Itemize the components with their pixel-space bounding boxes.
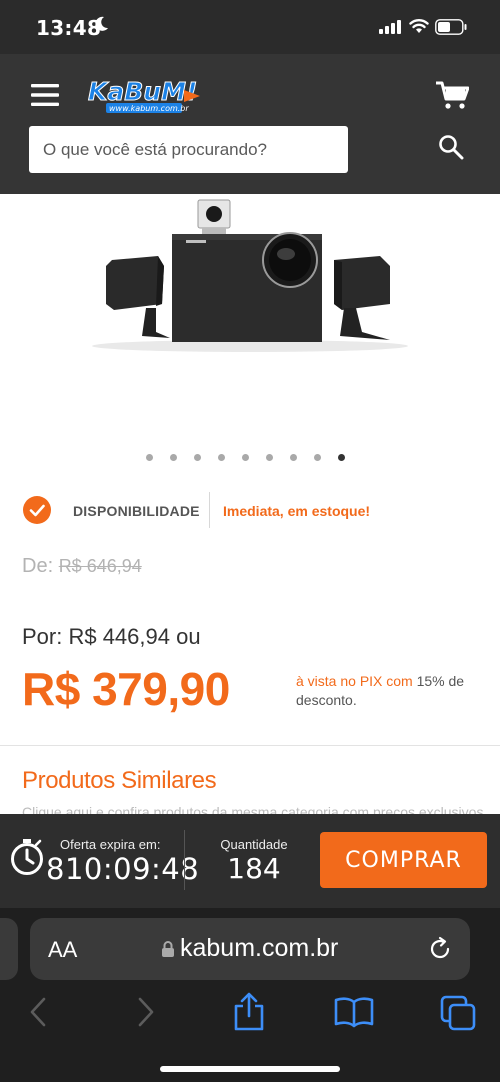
gallery-dot[interactable] — [314, 454, 321, 461]
stopwatch-icon — [11, 839, 43, 875]
gallery-pagination — [146, 454, 345, 464]
gallery-dot[interactable] — [290, 454, 297, 461]
buy-button[interactable]: COMPRAR — [320, 832, 487, 888]
gallery-dot[interactable] — [170, 454, 177, 461]
status-bar: 13:48 — [0, 0, 500, 54]
lock-icon — [162, 941, 174, 957]
gallery-dot[interactable] — [218, 454, 225, 461]
offer-timer-value: 810:09:48 — [46, 852, 200, 886]
url-text[interactable]: kabum.com.br — [180, 934, 338, 963]
old-price: De: R$ 646,94 — [22, 555, 142, 578]
battery-icon — [435, 19, 467, 35]
gallery-dot[interactable] — [266, 454, 273, 461]
svg-text:KaBuM!: KaBuM! — [88, 77, 197, 106]
previous-tab-preview[interactable] — [0, 918, 18, 980]
svg-text:www.kabum.com.br: www.kabum.com.br — [109, 104, 189, 113]
gallery-dot[interactable] — [194, 454, 201, 461]
offer-bar: Oferta expira em: 810:09:48 Quantidade 1… — [0, 814, 500, 908]
menu-icon[interactable] — [31, 84, 59, 106]
wifi-icon — [409, 19, 429, 33]
installment-price: Por: R$ 446,94 ou — [22, 624, 201, 649]
availability-value: Imediata, em estoque! — [223, 503, 371, 519]
forward-icon[interactable] — [134, 996, 158, 1028]
gallery-dot[interactable] — [146, 454, 153, 461]
search-field[interactable] — [29, 126, 348, 173]
gallery-dot-active[interactable] — [338, 454, 345, 461]
pix-price: R$ 379,90 — [22, 663, 230, 715]
search-input[interactable] — [29, 126, 348, 173]
kabum-logo[interactable]: KaBuM! www.kabum.com.br — [86, 74, 204, 116]
pix-discount-text: à vista no PIX com 15% de desconto. — [296, 672, 486, 710]
share-icon[interactable] — [232, 992, 266, 1032]
signal-icon — [379, 20, 401, 34]
home-indicator — [160, 1066, 340, 1072]
browser-toolbar: AA kabum.com.br — [0, 908, 500, 1082]
bookmarks-icon[interactable] — [334, 996, 374, 1028]
availability-label: DISPONIBILIDADE — [73, 503, 200, 519]
divider — [184, 830, 185, 890]
cart-icon[interactable] — [435, 80, 469, 110]
divider — [209, 492, 210, 528]
tabs-icon[interactable] — [440, 995, 476, 1031]
pix-highlight: à vista no PIX com — [296, 673, 413, 689]
gallery-dot[interactable] — [242, 454, 249, 461]
status-time: 13:48 — [36, 16, 102, 40]
old-price-prefix: De: — [22, 555, 54, 577]
offer-timer-label: Oferta expira em: — [60, 837, 161, 852]
moon-icon — [95, 16, 109, 37]
quantity-value: 184 — [227, 852, 281, 885]
reload-icon[interactable] — [427, 936, 453, 962]
section-divider — [0, 745, 500, 746]
similar-products-title[interactable]: Produtos Similares — [22, 767, 217, 795]
old-price-value: R$ 646,94 — [58, 556, 142, 576]
product-image[interactable] — [90, 196, 410, 356]
quantity-label: Quantidade — [220, 837, 288, 852]
site-header: KaBuM! www.kabum.com.br — [0, 54, 500, 194]
check-icon — [23, 496, 51, 524]
back-icon[interactable] — [26, 996, 50, 1028]
search-icon[interactable] — [438, 134, 464, 160]
address-bar[interactable]: AA kabum.com.br — [30, 918, 470, 980]
reader-aa-button[interactable]: AA — [48, 937, 77, 963]
